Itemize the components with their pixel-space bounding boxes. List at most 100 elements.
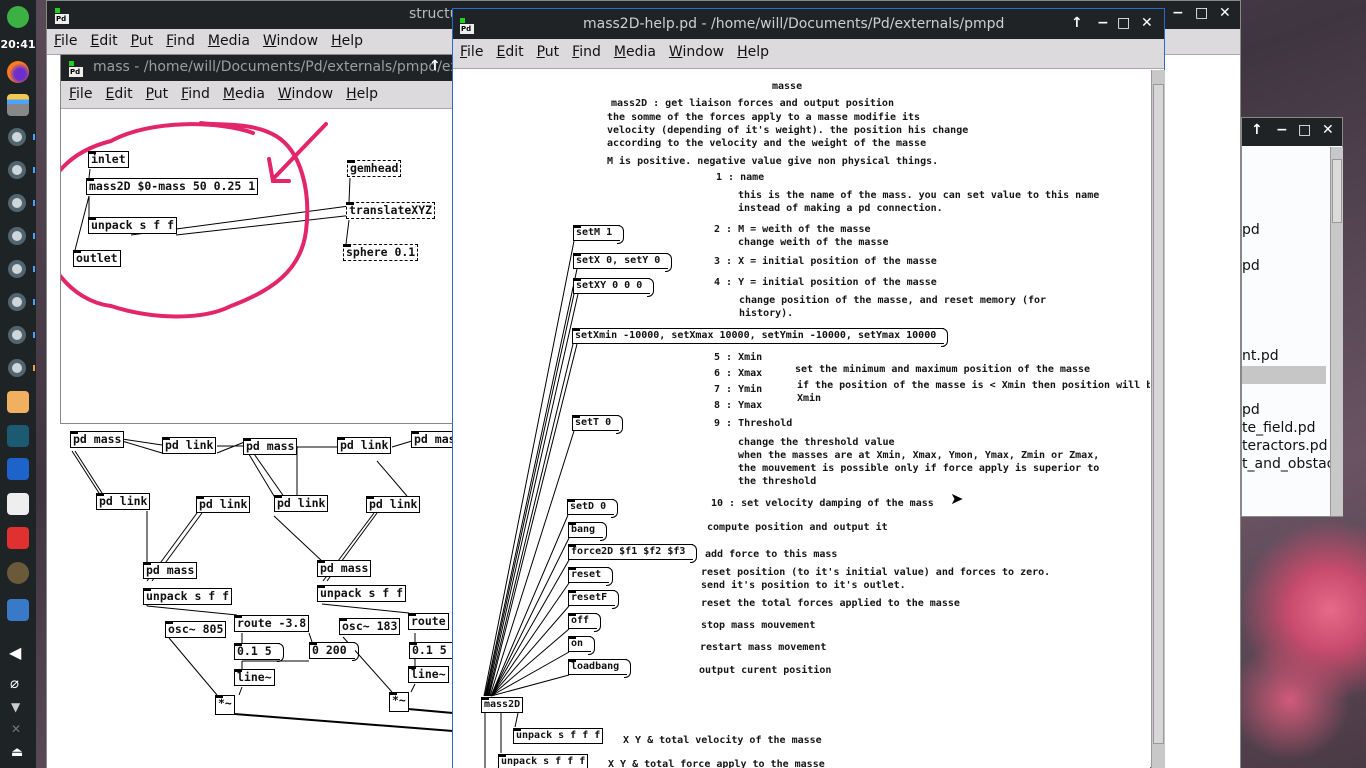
multiply-object[interactable]: *~ [215,695,235,715]
minimize-button[interactable]: − [1172,5,1184,21]
translatexyz-object[interactable]: translateXYZ [346,202,436,219]
file-item[interactable]: pd [1242,258,1260,274]
firefox-icon[interactable] [7,61,29,83]
eject-icon[interactable]: ⏏ [11,745,23,760]
menu-window[interactable]: Window [669,44,724,60]
bluetooth-off-icon[interactable]: ✕ [11,722,21,736]
multiply-object[interactable]: *~ [389,692,409,712]
unpack-object[interactable]: unpack s f f [88,217,178,234]
gear-icon[interactable] [8,194,26,212]
menu-media[interactable]: Media [614,44,656,60]
close-button[interactable]: ✕ [1322,122,1334,138]
file-item[interactable]: t_and_obstac [1242,456,1334,472]
inlet-object[interactable]: inlet [88,151,129,168]
menu-help[interactable]: Help [737,44,769,60]
screen-recorder-icon[interactable] [7,527,29,549]
menu-file[interactable]: File [69,86,92,102]
minimize-button[interactable]: − [1097,15,1109,31]
gear-icon[interactable] [8,293,26,311]
pd-link-object[interactable]: pd link [337,437,392,454]
pd-mass-object[interactable]: pd mass [70,431,125,448]
unpack-object[interactable]: unpack s f f f [498,754,589,768]
calculator-icon[interactable] [7,599,29,621]
files-icon[interactable] [7,94,29,116]
close-button[interactable]: ✕ [1219,5,1231,21]
loadbang-message[interactable]: loadbang [568,659,628,675]
menu-put[interactable]: Put [537,44,560,60]
install-icon[interactable] [7,391,29,413]
scrollbar[interactable] [1151,70,1165,768]
gear-icon[interactable] [8,326,26,344]
menu-edit[interactable]: Edit [105,86,132,102]
help-canvas[interactable]: masse mass2D : get liaison forces and ou… [453,70,1150,768]
setx-sety-message[interactable]: setX 0, setY 0 [573,253,669,269]
set-limits-message[interactable]: setXmin -10000, setXmax 10000, setYmin -… [572,328,945,344]
sphere-object[interactable]: sphere 0.1 [343,244,419,261]
mass2d-object[interactable]: mass2D $0-mass 50 0.25 1 [86,178,259,195]
pd-mass-object[interactable]: pd mass [143,562,198,579]
file-item[interactable]: te_field.pd [1242,420,1316,436]
raise-button[interactable]: ↑ [429,58,441,74]
setm-message[interactable]: setM 1 [573,225,621,241]
line-object[interactable]: line~ [234,669,275,686]
force2d-message[interactable]: force2D $f1 $f2 $f3 [568,544,694,560]
menu-edit[interactable]: Edit [90,33,117,49]
message-box[interactable]: 0.1 5 [409,642,455,659]
menu-window[interactable]: Window [263,33,318,49]
minimize-button[interactable]: − [1276,122,1288,138]
unpack-object[interactable]: unpack s f f f [513,728,604,744]
setd-message[interactable]: setD 0 [567,499,615,515]
menu-window[interactable]: Window [278,86,333,102]
on-message[interactable]: on [568,636,592,652]
osc-object[interactable]: osc~ 183 [339,618,401,635]
osc-object[interactable]: osc~ 805 [165,621,227,638]
file-item[interactable]: pd [1242,402,1260,418]
pd-mass-object[interactable]: pd mass [317,560,372,577]
patch-canvas[interactable]: inlet mass2D $0-mass 50 0.25 1 unpack s … [61,110,452,423]
gimp-icon[interactable] [7,562,29,584]
pd-mass-object[interactable]: pd mass [243,438,298,455]
book-icon[interactable] [7,425,29,447]
route-object[interactable]: route [408,613,449,630]
scrollbar-thumb[interactable] [1332,159,1342,223]
network-icon[interactable]: ▼ [11,700,20,714]
menu-media[interactable]: Media [223,86,265,102]
unpack-object[interactable]: unpack s f f [317,585,407,602]
power-icon[interactable] [7,6,29,28]
video-player-icon[interactable] [7,458,29,480]
pd-link-object[interactable]: pd link [196,496,251,513]
selected-row[interactable] [1242,366,1326,384]
close-button[interactable]: ✕ [1141,15,1153,31]
mass2d-object[interactable]: mass2D [481,697,524,713]
menu-put[interactable]: Put [131,33,154,49]
sett-message[interactable]: setT 0 [572,415,620,431]
maximize-button[interactable]: □ [1298,122,1311,138]
menu-help[interactable]: Help [346,86,378,102]
menu-find[interactable]: Find [166,33,195,49]
menu-media[interactable]: Media [208,33,250,49]
menu-file[interactable]: File [54,33,77,49]
file-item[interactable]: nt.pd [1242,348,1279,364]
scrollbar-thumb[interactable] [1153,84,1164,744]
gear-icon[interactable] [8,227,26,245]
gear-icon[interactable] [8,128,26,146]
outlet-object[interactable]: outlet [73,250,121,267]
setxy-message[interactable]: setXY 0 0 0 [573,278,651,294]
gemhead-object[interactable]: gemhead [347,160,402,177]
gear-icon[interactable] [8,260,26,278]
clipboard-icon[interactable]: ⌀ [10,674,19,692]
line-object[interactable]: line~ [408,666,449,683]
pd-link-object[interactable]: pd link [96,493,151,510]
pd-link-object[interactable]: pd link [366,496,421,513]
pd-link-object[interactable]: pd link [274,495,329,512]
maximize-button[interactable]: □ [1195,5,1208,21]
menu-edit[interactable]: Edit [496,44,523,60]
image-viewer-icon[interactable] [7,493,29,515]
route-object[interactable]: route -3.8 [234,615,310,632]
raise-button[interactable]: ↑ [1251,122,1263,138]
scrollbar[interactable] [1330,147,1343,516]
menu-find[interactable]: Find [181,86,210,102]
file-item[interactable]: teractors.pd [1242,438,1327,454]
raise-button[interactable]: ↑ [1071,15,1083,31]
resetf-message[interactable]: resetF [568,590,616,606]
